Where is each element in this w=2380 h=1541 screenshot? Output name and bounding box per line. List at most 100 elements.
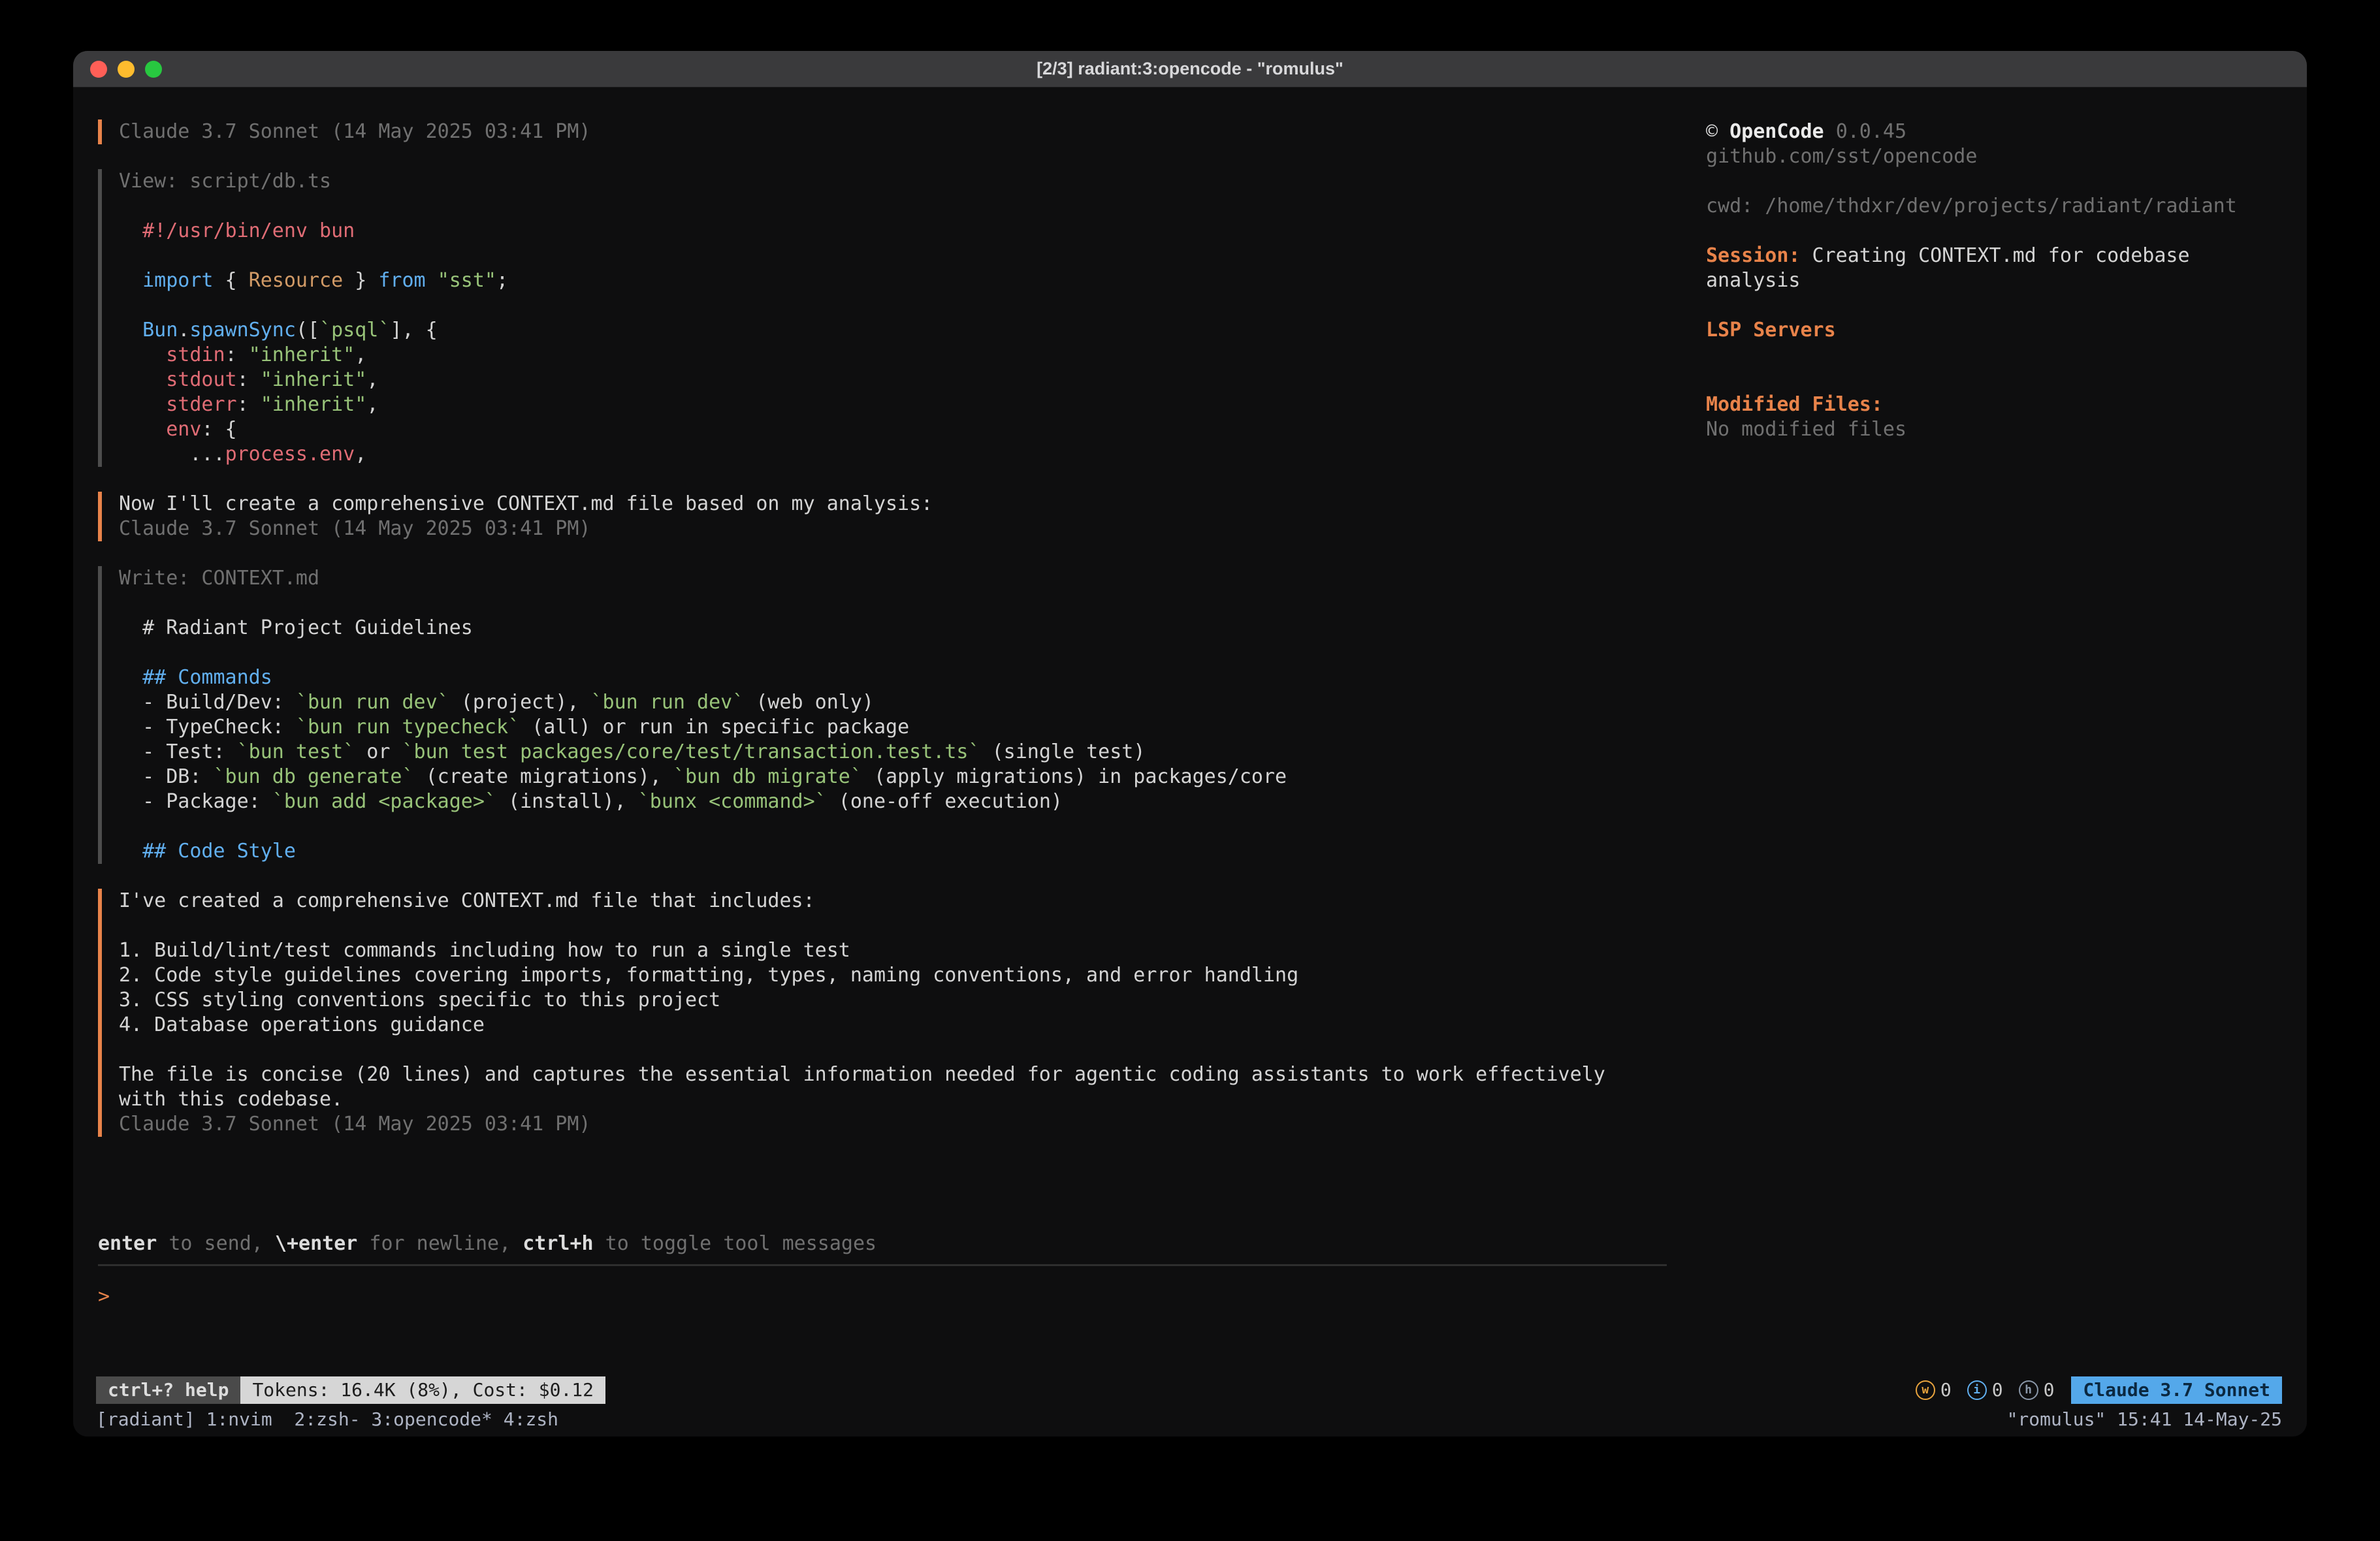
chat-line: 3. CSS styling conventions specific to t… — [119, 988, 1667, 1013]
text-segment: Modified Files: — [1706, 393, 1883, 416]
text-segment: "sst" — [438, 269, 496, 292]
chat-line — [119, 591, 1667, 616]
chat-line: View: script/db.ts — [119, 169, 1667, 194]
prompt-symbol: > — [98, 1285, 110, 1308]
text-segment: (all) or run in specific package — [520, 716, 909, 739]
sidebar-line — [1706, 219, 2281, 244]
tmux-windows[interactable]: [radiant] 1:nvim 2:zsh- 3:opencode* 4:zs… — [96, 1408, 558, 1430]
chat-line: Bun.spawnSync([`psql`], { — [119, 318, 1667, 343]
text-segment: (single test) — [980, 740, 1146, 763]
text-segment: I've created a comprehensive CONTEXT.md … — [119, 889, 815, 912]
terminal-window: [2/3] radiant:3:opencode - "romulus" Cla… — [73, 51, 2307, 1437]
diagnostic-info: i0 — [1967, 1375, 2003, 1405]
sidebar-line: github.com/sst/opencode — [1706, 144, 2281, 169]
chat-line: Claude 3.7 Sonnet (14 May 2025 03:41 PM) — [119, 516, 1667, 541]
chat-line: env: { — [119, 417, 1667, 442]
text-segment: The file is concise (20 lines) and captu… — [119, 1063, 1605, 1086]
text-segment: ctrl+h — [523, 1232, 593, 1255]
chat-line: 4. Database operations guidance — [119, 1013, 1667, 1038]
help-line: enter to send, \+enter for newline, ctrl… — [98, 1231, 1667, 1256]
warn-icon: w — [1916, 1380, 1935, 1400]
chat-line: - Package: `bun add <package>` (install)… — [119, 789, 1667, 814]
text-segment — [426, 269, 438, 292]
text-segment: to toggle tool messages — [594, 1232, 876, 1255]
chat-line: 1. Build/lint/test commands including ho… — [119, 938, 1667, 963]
text-segment: Session: — [1706, 244, 1801, 267]
text-segment: , — [366, 368, 378, 391]
text-segment — [119, 393, 166, 416]
text-segment: with this codebase. — [119, 1088, 343, 1111]
text-segment: `bun test packages/core/test/transaction… — [402, 740, 980, 763]
text-segment: `bun test` — [237, 740, 355, 763]
text-segment: ## Code Style — [142, 840, 296, 863]
text-segment: , — [355, 343, 366, 366]
text-segment: enter — [98, 1232, 157, 1255]
sidebar-line — [1706, 293, 2281, 318]
status-bar: ctrl+? help Tokens: 16.4K (8%), Cost: $0… — [73, 1375, 2307, 1405]
sidebar-line: © OpenCode 0.0.45 — [1706, 119, 2281, 144]
model-chip[interactable]: Claude 3.7 Sonnet — [2071, 1376, 2282, 1404]
text-segment: from — [378, 269, 425, 292]
chat-line: I've created a comprehensive CONTEXT.md … — [119, 889, 1667, 913]
text-segment: : — [237, 393, 261, 416]
chat-line — [119, 1038, 1667, 1062]
text-segment: github.com/sst/opencode — [1706, 145, 1977, 168]
tmux-status-bar: [radiant] 1:nvim 2:zsh- 3:opencode* 4:zs… — [73, 1405, 2307, 1437]
chat-line: # Radiant Project Guidelines — [119, 616, 1667, 641]
window-title: [2/3] radiant:3:opencode - "romulus" — [1037, 59, 1343, 79]
text-segment: : — [237, 368, 261, 391]
sidebar-line: cwd: /home/thdxr/dev/projects/radiant/ra… — [1706, 194, 2281, 219]
text-segment — [1824, 120, 1836, 143]
text-segment: © — [1706, 120, 1729, 143]
opencode-main: Claude 3.7 Sonnet (14 May 2025 03:41 PM)… — [73, 88, 2307, 1375]
tmux-host-clock: "romulus" 15:41 14-May-25 — [2007, 1408, 2282, 1430]
sidebar-line — [1706, 343, 2281, 368]
text-segment: 1. Build/lint/test commands including ho… — [119, 939, 850, 962]
chat-blocks: Claude 3.7 Sonnet (14 May 2025 03:41 PM)… — [98, 119, 1667, 1162]
sidebar-line: LSP Servers — [1706, 318, 2281, 343]
close-button[interactable] — [90, 61, 107, 78]
chat-line: The file is concise (20 lines) and captu… — [119, 1062, 1667, 1087]
text-segment: Write: CONTEXT.md — [119, 567, 319, 590]
text-segment: `bun run dev` — [296, 691, 449, 714]
text-segment: `bun db generate` — [214, 765, 414, 788]
text-segment: \+enter — [275, 1232, 357, 1255]
text-segment: (apply migrations) in packages/core — [862, 765, 1287, 788]
text-segment: LSP Servers — [1706, 319, 1836, 342]
text-segment: or — [355, 740, 402, 763]
chat-line — [119, 913, 1667, 938]
text-segment: `bun run typecheck` — [296, 716, 520, 739]
text-segment: ], { — [390, 319, 437, 342]
text-segment: 0.0.45 — [1836, 120, 1906, 143]
sidebar-line: No modified files — [1706, 417, 2281, 442]
text-segment: (create migrations), — [414, 765, 673, 788]
text-segment: } — [343, 269, 378, 292]
chat-line: ## Commands — [119, 665, 1667, 690]
text-segment: 4. Database operations guidance — [119, 1013, 485, 1036]
text-segment — [119, 840, 142, 863]
text-segment: #!/usr/bin/env bun — [119, 219, 355, 242]
text-segment: `psql` — [319, 319, 390, 342]
text-segment — [119, 418, 166, 441]
minimize-button[interactable] — [118, 61, 135, 78]
text-segment: 3. CSS styling conventions specific to t… — [119, 989, 720, 1011]
text-segment — [119, 319, 142, 342]
sidebar: © OpenCode 0.0.45github.com/sst/opencode… — [1706, 119, 2281, 1375]
chat-line: with this codebase. — [119, 1087, 1667, 1112]
chat-line: stderr: "inherit", — [119, 392, 1667, 417]
help-shortcut-chip[interactable]: ctrl+? help — [96, 1376, 240, 1404]
assistant-message-block: Now I'll create a comprehensive CONTEXT.… — [98, 492, 1667, 541]
chat-line: import { Resource } from "sst"; — [119, 268, 1667, 293]
text-segment: (web only) — [744, 691, 874, 714]
chat-line: - Test: `bun test` or `bun test packages… — [119, 740, 1667, 765]
chat-line: - Build/Dev: `bun run dev` (project), `b… — [119, 690, 1667, 715]
text-segment: , — [355, 443, 366, 466]
zoom-button[interactable] — [145, 61, 162, 78]
chat-column: Claude 3.7 Sonnet (14 May 2025 03:41 PM)… — [98, 119, 1667, 1375]
chat-line — [119, 244, 1667, 268]
tool-output-block: Write: CONTEXT.md # Radiant Project Guid… — [98, 566, 1667, 864]
terminal-content: Claude 3.7 Sonnet (14 May 2025 03:41 PM)… — [73, 88, 2307, 1437]
prompt-input[interactable]: > — [98, 1264, 1667, 1375]
titlebar[interactable]: [2/3] radiant:3:opencode - "romulus" — [73, 51, 2307, 87]
text-segment: ## Commands — [142, 666, 272, 689]
